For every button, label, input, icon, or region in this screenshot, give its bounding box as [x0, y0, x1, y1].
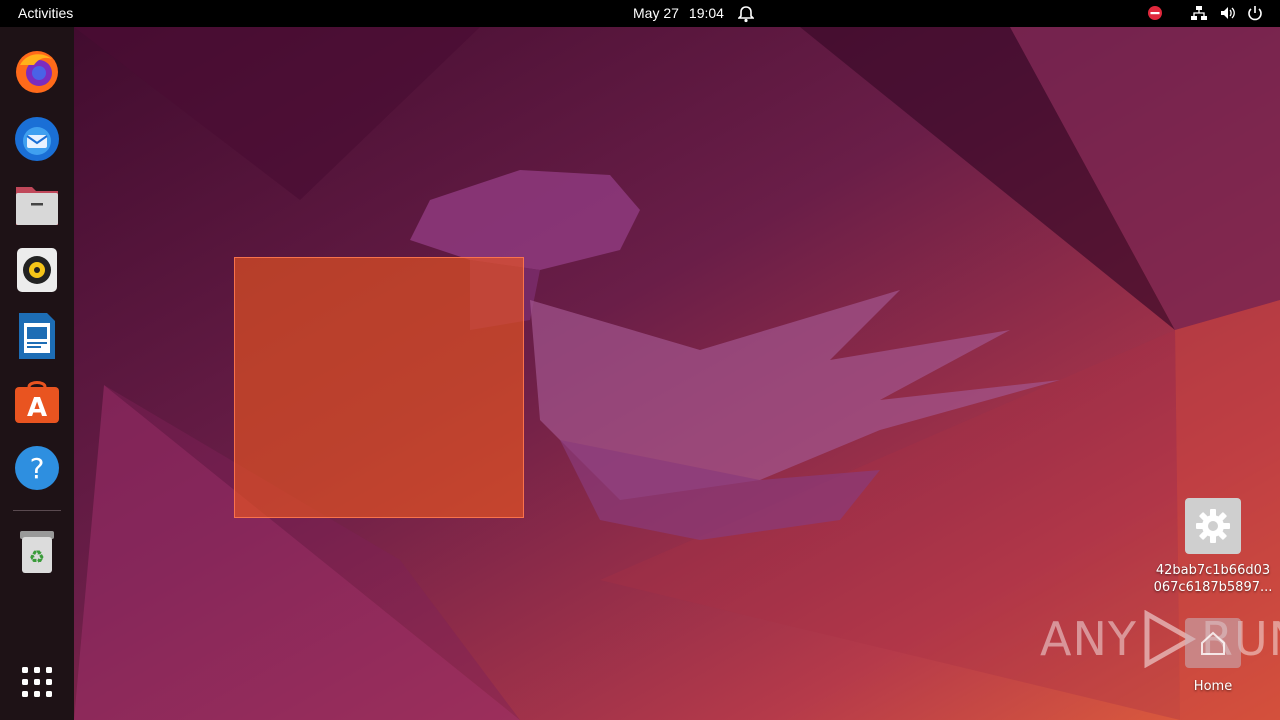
volume-icon[interactable] [1219, 4, 1237, 25]
firefox-icon[interactable] [12, 47, 62, 97]
software-icon[interactable]: A [12, 377, 62, 427]
activities-button[interactable]: Activities [18, 5, 73, 21]
clock-button[interactable]: May 27 19:04 [633, 5, 734, 21]
home-folder-icon [1185, 618, 1241, 668]
svg-text:♻: ♻ [29, 547, 45, 568]
trash-icon[interactable]: ♻ [12, 527, 62, 577]
power-icon[interactable] [1246, 4, 1264, 25]
writer-icon[interactable] [12, 311, 62, 361]
desktop-file-icon[interactable]: 42bab7c1b66d03 067c6187b5897... [1148, 498, 1278, 596]
app-grid-icon[interactable] [12, 657, 62, 707]
notification-bell-icon[interactable] [737, 5, 755, 26]
gear-icon [1185, 498, 1241, 554]
network-icon[interactable] [1190, 4, 1208, 25]
clock-date: May 27 [633, 5, 679, 21]
svg-text:A: A [27, 393, 47, 423]
svg-text:?: ? [30, 452, 45, 485]
file-label-line2: 067c6187b5897... [1153, 580, 1273, 595]
rhythmbox-icon[interactable] [12, 245, 62, 295]
files-icon[interactable] [12, 180, 62, 230]
thunderbird-icon[interactable] [12, 114, 62, 164]
do-not-disturb-icon[interactable] [1146, 4, 1164, 25]
top-bar: Activities May 27 19:04 [0, 0, 1280, 27]
clock-time: 19:04 [688, 5, 724, 21]
desktop-home-icon[interactable]: Home [1148, 618, 1278, 695]
dock-separator [13, 510, 61, 511]
help-icon[interactable]: ? [12, 443, 62, 493]
dock: A ? ♻ [0, 27, 74, 720]
watermark-text-left: ANY [1040, 612, 1137, 666]
file-label-line1: 42bab7c1b66d03 [1155, 563, 1271, 578]
rubber-band-selection [234, 257, 524, 518]
home-label: Home [1193, 679, 1233, 694]
